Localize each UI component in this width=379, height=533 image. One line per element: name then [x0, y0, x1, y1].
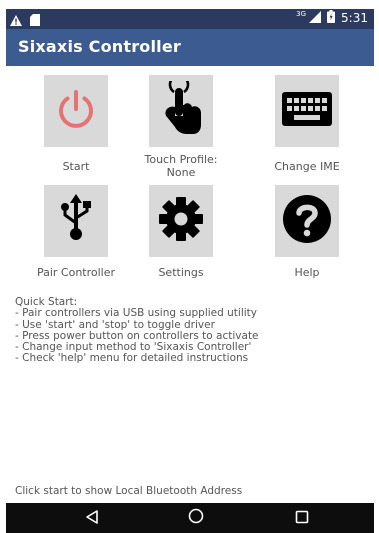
- recents-button[interactable]: [292, 509, 312, 527]
- gear-icon: [158, 196, 204, 246]
- power-icon: [55, 88, 97, 134]
- app-title: Sixaxis Controller: [18, 37, 181, 56]
- help-button[interactable]: [275, 185, 339, 257]
- touch-profile-title: Touch Profile:: [144, 153, 218, 166]
- back-button[interactable]: [82, 509, 102, 527]
- pair-controller-label: Pair Controller: [36, 266, 116, 279]
- quick-start-text: Quick Start: - Pair controllers via USB …: [15, 296, 259, 365]
- start-button[interactable]: [44, 75, 108, 147]
- bluetooth-address-hint: Click start to show Local Bluetooth Addr…: [15, 485, 243, 497]
- pair-controller-button[interactable]: [44, 185, 108, 257]
- settings-button[interactable]: [149, 185, 213, 257]
- battery-icon: [327, 10, 336, 26]
- home-button[interactable]: [186, 508, 206, 528]
- settings-label: Settings: [158, 266, 204, 279]
- signal-icon: [309, 10, 322, 26]
- clock: 5:31: [341, 11, 368, 25]
- help-icon: [282, 194, 332, 248]
- touch-hand-icon: [159, 74, 203, 141]
- back-icon: [85, 509, 99, 528]
- network-type: 3G: [296, 10, 307, 18]
- home-icon: [188, 508, 204, 528]
- help-label: Help: [294, 266, 320, 279]
- status-bar: 3G 5:31: [6, 9, 374, 29]
- quick-start-line: - Check 'help' menu for detailed instruc…: [15, 352, 249, 365]
- recents-icon: [295, 509, 309, 528]
- warning-icon: [10, 11, 22, 30]
- quick-start-line: - Pair controllers via USB using supplie…: [15, 307, 257, 320]
- change-ime-button[interactable]: [275, 75, 339, 147]
- sd-card-icon: [30, 11, 40, 30]
- touch-profile-label: Touch Profile: None: [126, 153, 236, 179]
- app-bar: Sixaxis Controller: [6, 29, 374, 66]
- touch-profile-button[interactable]: [149, 74, 213, 147]
- navigation-bar: [6, 503, 374, 533]
- touch-profile-value: None: [166, 166, 196, 179]
- keyboard-icon: [282, 92, 332, 130]
- change-ime-label: Change IME: [274, 160, 340, 173]
- start-label: Start: [62, 160, 90, 173]
- usb-icon: [58, 194, 94, 248]
